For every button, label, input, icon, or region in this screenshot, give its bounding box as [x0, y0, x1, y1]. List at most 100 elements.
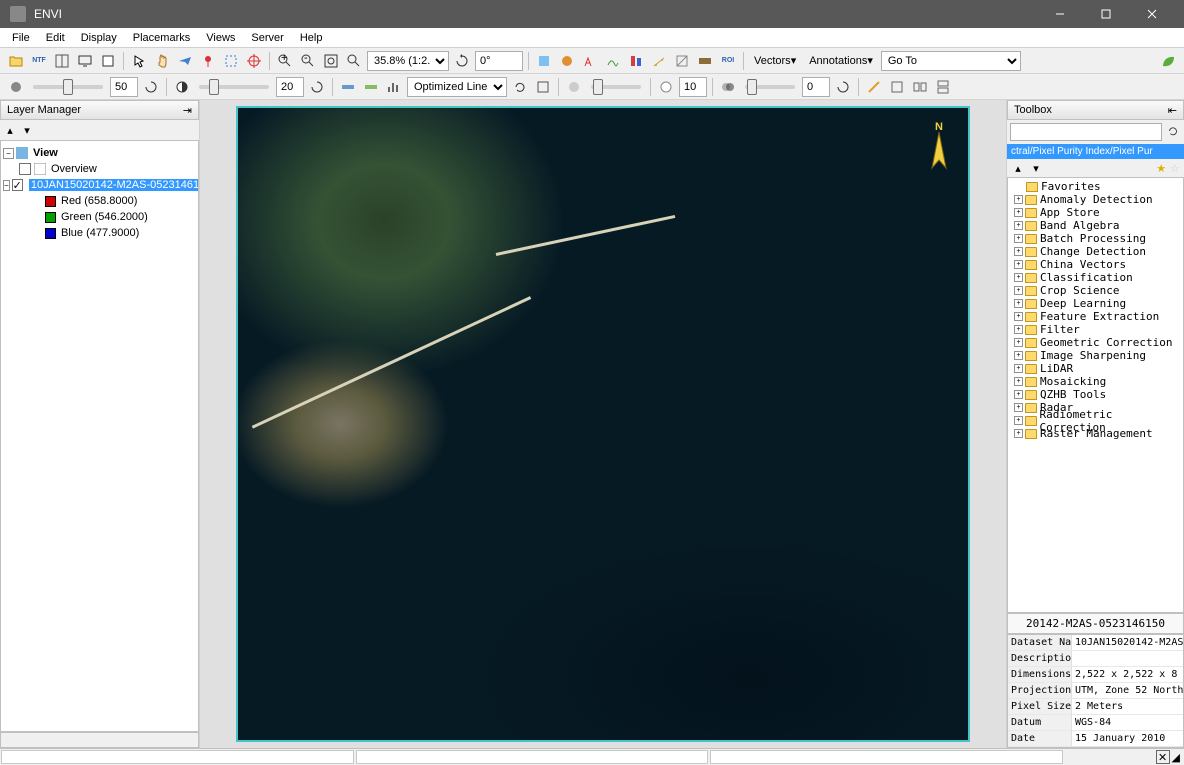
expander-icon[interactable]: +	[1014, 403, 1023, 412]
expander-icon[interactable]: +	[1014, 260, 1023, 269]
tree-overview[interactable]: Overview	[3, 161, 196, 177]
expander-icon[interactable]: +	[1014, 416, 1023, 425]
zoom-level-select[interactable]: 35.8% (1:2.8…	[367, 51, 449, 71]
roi-icon[interactable]: ROI	[718, 51, 738, 71]
pin-icon[interactable]	[198, 51, 218, 71]
expander-icon[interactable]: +	[1014, 312, 1023, 321]
menu-file[interactable]: File	[4, 30, 38, 46]
tool-h-icon[interactable]	[695, 51, 715, 71]
rotate-input[interactable]	[475, 51, 523, 71]
brightness-slider[interactable]	[33, 85, 103, 89]
cursor-icon[interactable]	[129, 51, 149, 71]
maximize-button[interactable]	[1083, 0, 1128, 28]
crosshair-icon[interactable]	[244, 51, 264, 71]
tool-g-icon[interactable]	[672, 51, 692, 71]
expander-icon[interactable]: +	[1014, 234, 1023, 243]
transparency-icon[interactable]	[656, 77, 676, 97]
expander-icon[interactable]: +	[1014, 273, 1023, 282]
zoom-1to1-icon[interactable]	[344, 51, 364, 71]
minimize-button[interactable]	[1037, 0, 1082, 28]
reset-brightness-icon[interactable]	[141, 77, 161, 97]
blend-slider[interactable]	[745, 85, 795, 89]
select-icon[interactable]	[221, 51, 241, 71]
toolbox-category[interactable]: +Feature Extraction	[1010, 310, 1181, 323]
sharpen-slider[interactable]	[591, 85, 641, 89]
expander-icon[interactable]: +	[1014, 221, 1023, 230]
vectors-dropdown[interactable]: Vectors ▾	[749, 51, 801, 71]
tool-c-icon[interactable]	[580, 51, 600, 71]
rotate-icon[interactable]	[452, 51, 472, 71]
stretch-b-icon[interactable]	[361, 77, 381, 97]
save-ntf-icon[interactable]: NTF	[29, 51, 49, 71]
toolbox-category[interactable]: +Crop Science	[1010, 284, 1181, 297]
brightness-icon[interactable]	[6, 77, 26, 97]
expander-icon[interactable]: +	[1014, 286, 1023, 295]
tree-collapse-icon[interactable]: ▴	[1011, 161, 1025, 175]
image-view[interactable]: N	[236, 106, 970, 742]
toolbox-category[interactable]: +QZHB Tools	[1010, 388, 1181, 401]
refresh-stretch-icon[interactable]	[510, 77, 530, 97]
refresh-icon[interactable]	[1165, 123, 1181, 139]
toolbox-category[interactable]: +Change Detection	[1010, 245, 1181, 258]
contrast-slider[interactable]	[199, 85, 269, 89]
layer-tree[interactable]: − View Overview − ✓ 10JAN15020142-M2AS-0…	[0, 140, 199, 732]
resize-grip-icon[interactable]: ◢	[1172, 751, 1180, 764]
favorite-star-icon[interactable]: ★	[1156, 162, 1166, 175]
menu-placemarks[interactable]: Placemarks	[125, 30, 198, 46]
toolbox-category[interactable]: +Classification	[1010, 271, 1181, 284]
histogram-icon[interactable]	[384, 77, 404, 97]
zoom-fit-icon[interactable]	[321, 51, 341, 71]
chip-icon[interactable]	[98, 51, 118, 71]
layout-a-icon[interactable]	[864, 77, 884, 97]
reset-contrast-icon[interactable]	[307, 77, 327, 97]
expander-icon[interactable]: −	[3, 180, 10, 191]
brightness-input[interactable]	[110, 77, 138, 97]
blend-icon[interactable]	[718, 77, 738, 97]
tool-f-icon[interactable]	[649, 51, 669, 71]
expander-icon[interactable]: +	[1014, 377, 1023, 386]
menu-help[interactable]: Help	[292, 30, 331, 46]
fly-icon[interactable]	[175, 51, 195, 71]
close-x-icon[interactable]: ✕	[1156, 750, 1170, 764]
pan-icon[interactable]	[152, 51, 172, 71]
layout-b-icon[interactable]	[887, 77, 907, 97]
toolbox-category[interactable]: +Filter	[1010, 323, 1181, 336]
checkbox-icon[interactable]	[19, 163, 31, 175]
tree-dataset[interactable]: − ✓ 10JAN15020142-M2AS-05231461	[3, 177, 196, 193]
blend-input[interactable]	[802, 77, 830, 97]
sharpen-icon[interactable]	[564, 77, 584, 97]
tree-root[interactable]: − View	[3, 145, 196, 161]
toolbox-category[interactable]: +Radiometric Correction	[1010, 414, 1181, 427]
collapse-icon[interactable]: ⇤	[1168, 104, 1177, 117]
tool-a-icon[interactable]	[534, 51, 554, 71]
contrast-icon[interactable]	[172, 77, 192, 97]
toolbox-category[interactable]: +Batch Processing	[1010, 232, 1181, 245]
expander-icon[interactable]: +	[1014, 325, 1023, 334]
toolbox-category[interactable]: +Deep Learning	[1010, 297, 1181, 310]
menu-edit[interactable]: Edit	[38, 30, 73, 46]
checkbox-icon[interactable]: ✓	[12, 179, 23, 191]
stretch-c-icon[interactable]	[533, 77, 553, 97]
stretch-a-icon[interactable]	[338, 77, 358, 97]
toolbox-category[interactable]: +Anomaly Detection	[1010, 193, 1181, 206]
tree-collapse-icon[interactable]: ▴	[3, 123, 17, 137]
toolbox-search-input[interactable]	[1010, 123, 1162, 141]
layout-c-icon[interactable]	[910, 77, 930, 97]
toolbox-tree[interactable]: Favorites +Anomaly Detection+App Store+B…	[1007, 177, 1184, 613]
transparency-input[interactable]	[679, 77, 707, 97]
menu-server[interactable]: Server	[243, 30, 291, 46]
tree-expand-icon[interactable]: ▾	[20, 123, 34, 137]
expander-icon[interactable]: +	[1014, 208, 1023, 217]
screen-icon[interactable]	[75, 51, 95, 71]
tool-e-icon[interactable]	[626, 51, 646, 71]
tree-band-green[interactable]: Green (546.2000)	[3, 209, 196, 225]
toolbox-category[interactable]: +Geometric Correction	[1010, 336, 1181, 349]
toolbox-category[interactable]: +LiDAR	[1010, 362, 1181, 375]
expander-icon[interactable]: +	[1014, 338, 1023, 347]
toolbox-category[interactable]: +China Vectors	[1010, 258, 1181, 271]
tree-expand-icon[interactable]: ▾	[1029, 161, 1043, 175]
toolbox-category[interactable]: +App Store	[1010, 206, 1181, 219]
expander-icon[interactable]: +	[1014, 390, 1023, 399]
expander-icon[interactable]: +	[1014, 364, 1023, 373]
contrast-input[interactable]	[276, 77, 304, 97]
